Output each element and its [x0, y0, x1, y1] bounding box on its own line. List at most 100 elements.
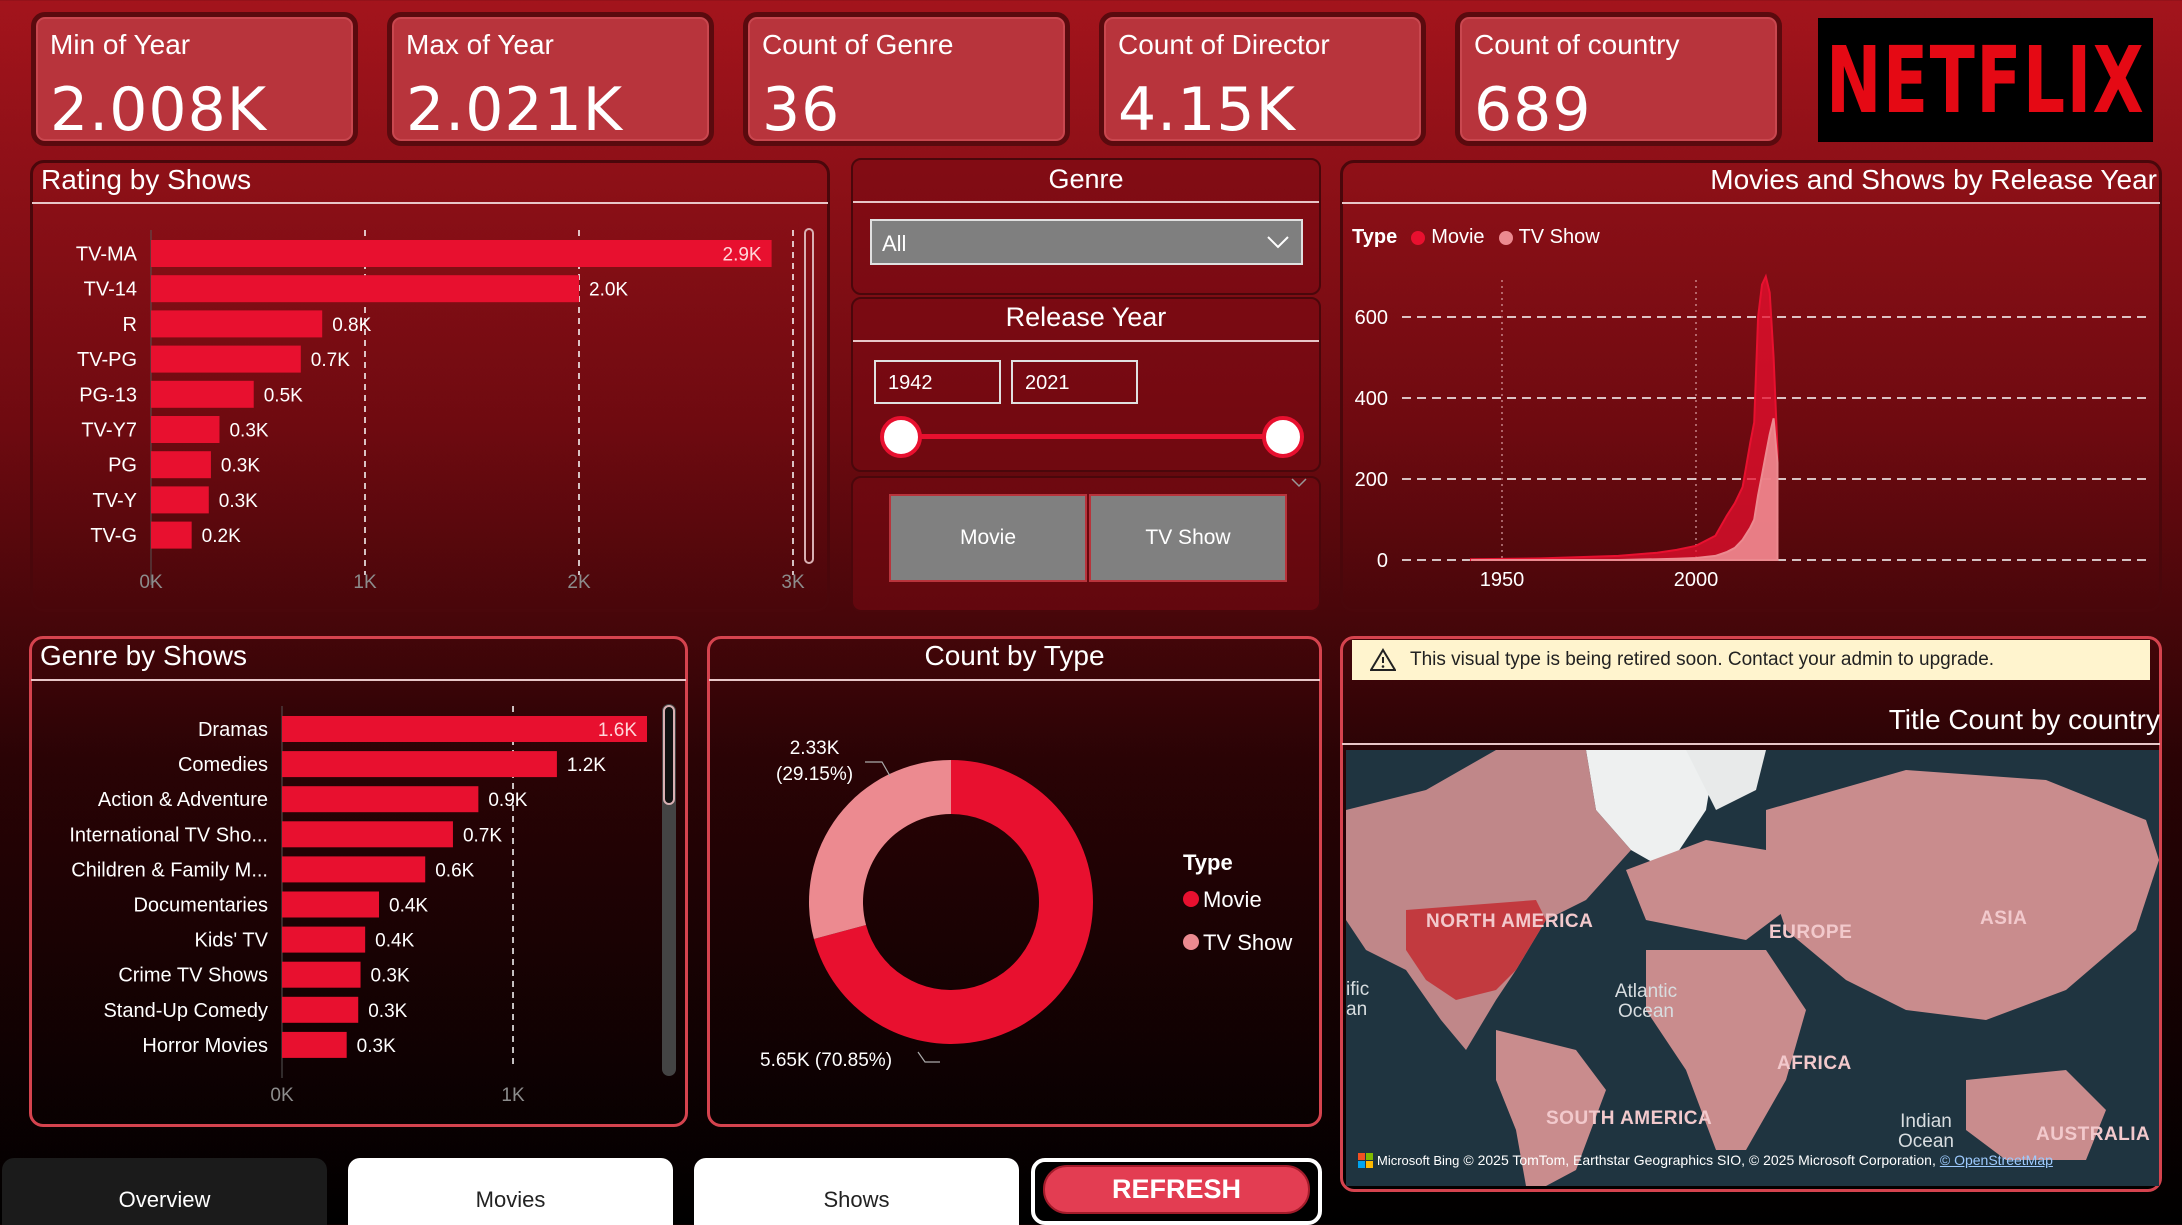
year-range-handle-end[interactable] [1262, 416, 1304, 458]
category-label: Documentaries [133, 895, 268, 917]
refresh-button[interactable]: REFRESH [1043, 1165, 1310, 1214]
category-label: Stand-Up Comedy [103, 1000, 268, 1022]
bar [151, 345, 301, 373]
donut-label-movie: 5.65K (70.85%) [760, 1050, 893, 1071]
area-series-movie [1469, 273, 1779, 561]
category-label: Dramas [198, 719, 268, 741]
tab-shows[interactable]: Shows [694, 1158, 1019, 1225]
release-year-chart: 1950 2000 0 200 400 600 [1355, 273, 2150, 591]
year-from-input[interactable]: 1942 [874, 360, 1001, 404]
tvshow-filter-button[interactable]: TV Show [1089, 494, 1287, 582]
category-label: TV-MA [76, 244, 138, 266]
map-label-indian: Indian Ocean [1898, 1111, 1954, 1152]
data-label: 2.9K [723, 245, 762, 266]
year-range-track[interactable] [900, 434, 1284, 439]
count-type-title: Count by Type [924, 640, 1105, 671]
divider [853, 201, 1319, 203]
year-to-input[interactable]: 2021 [1011, 360, 1138, 404]
kpi-max-year: Max of Year 2.021K [387, 12, 714, 146]
donut-label-tvshow: 2.33K (29.15%) [776, 736, 853, 788]
rating-scrollbar[interactable] [804, 228, 814, 564]
category-label: R [123, 314, 137, 336]
bar [282, 891, 380, 918]
data-label: 0.6K [435, 860, 474, 881]
category-label: Kids' TV [195, 930, 269, 952]
bar [282, 1031, 347, 1058]
category-label: Children & Family M... [71, 859, 268, 881]
legend-item-tvshow: TV Show [1183, 921, 1292, 964]
legend-item-movie: Movie [1183, 878, 1292, 921]
genre-slicer-title: Genre [1048, 164, 1124, 194]
bar [282, 716, 647, 742]
kpi-label: Max of Year [406, 29, 554, 60]
category-label: PG-13 [79, 384, 137, 406]
kpi-count-country: Count of country 689 [1455, 12, 1782, 146]
kpi-label: Count of country [1474, 29, 1680, 60]
y-tick-label: 0 [1377, 550, 1388, 572]
tab-overview[interactable]: Overview [2, 1158, 327, 1225]
map-label-australia: AUSTRALIA [2036, 1124, 2151, 1145]
x-tick-label: 1K [501, 1085, 525, 1106]
category-label: PG [108, 455, 137, 477]
count-type-legend: Type Movie TV Show [1183, 848, 1292, 964]
genre-scrollbar[interactable] [662, 704, 676, 1076]
map-label-asia: ASIA [1980, 908, 2028, 929]
bar [282, 996, 359, 1023]
world-map-shapes [1346, 750, 2159, 1186]
bar [151, 416, 220, 443]
bar [282, 821, 453, 848]
x-tick-label: 3K [781, 572, 805, 593]
year-range-handle-start[interactable] [880, 416, 922, 458]
data-label: 0.3K [368, 1001, 407, 1022]
kpi-value: 689 [1474, 75, 1592, 145]
x-tick-label: 0K [270, 1085, 294, 1106]
x-tick-label: 2000 [1674, 569, 1719, 591]
map-attribution: Microsoft Bing © 2025 TomTom, Earthstar … [1358, 1152, 2053, 1168]
category-label: TV-Y [93, 490, 137, 512]
category-label: Crime TV Shows [118, 965, 268, 987]
data-label: 2.0K [589, 280, 628, 301]
legend-title: Type [1183, 850, 1233, 875]
kpi-value: 2.008K [50, 75, 268, 145]
data-label: 0.3K [219, 491, 258, 512]
data-label: 0.2K [202, 526, 241, 547]
category-label: TV-Y7 [81, 420, 137, 442]
warning-text: This visual type is being retired soon. … [1410, 649, 1995, 670]
genre-scrollbar-thumb[interactable] [663, 705, 675, 805]
map-label-north-america: NORTH AMERICA [1426, 911, 1594, 932]
bar [282, 751, 557, 778]
map-label-pacific: ific an [1346, 979, 1370, 1020]
chevron-down-icon[interactable] [1291, 478, 1307, 488]
data-label: 0.4K [389, 896, 428, 917]
genre-panel-title: Genre by Shows [40, 640, 247, 671]
kpi-count-genre: Count of Genre 36 [743, 12, 1070, 146]
legend-dot-movie [1411, 230, 1426, 245]
divider [853, 340, 1319, 342]
kpi-value: 4.15K [1118, 75, 1296, 145]
release-legend: Type Movie TV Show [1352, 226, 1600, 249]
data-label: 0.3K [229, 421, 268, 442]
bar [282, 926, 366, 953]
country-map-title: Title Count by country [1888, 704, 2160, 735]
country-map[interactable]: NORTH AMERICA EUROPE ASIA AFRICA SOUTH A… [1346, 750, 2159, 1186]
map-label-europe: EUROPE [1769, 922, 1853, 943]
legend-title: Type [1352, 226, 1398, 248]
genre-chart: 0K 1K Dramas 1.6K Comedies 1.2K Action & Adven… [69, 706, 647, 1106]
bar [151, 275, 579, 303]
movie-filter-button[interactable]: Movie [889, 494, 1087, 582]
donut-label-tvshow-percent: (29.15%) [776, 764, 854, 785]
bar [151, 310, 323, 338]
category-label: Horror Movies [142, 1035, 268, 1057]
data-label: 0.7K [463, 825, 502, 846]
rating-panel-title: Rating by Shows [41, 164, 252, 195]
bar [151, 451, 211, 479]
legend-dot-tvshow [1183, 934, 1199, 950]
genre-dropdown[interactable]: All [870, 219, 1303, 265]
tab-movies[interactable]: Movies [348, 1158, 673, 1225]
map-attribution-brand: Microsoft Bing [1377, 1152, 1460, 1168]
map-attribution-link[interactable]: © OpenStreetMap [1940, 1152, 2053, 1168]
category-label: TV-14 [84, 279, 137, 301]
data-label: 0.5K [264, 385, 303, 406]
bar [151, 521, 192, 549]
category-label: TV-G [90, 525, 137, 547]
